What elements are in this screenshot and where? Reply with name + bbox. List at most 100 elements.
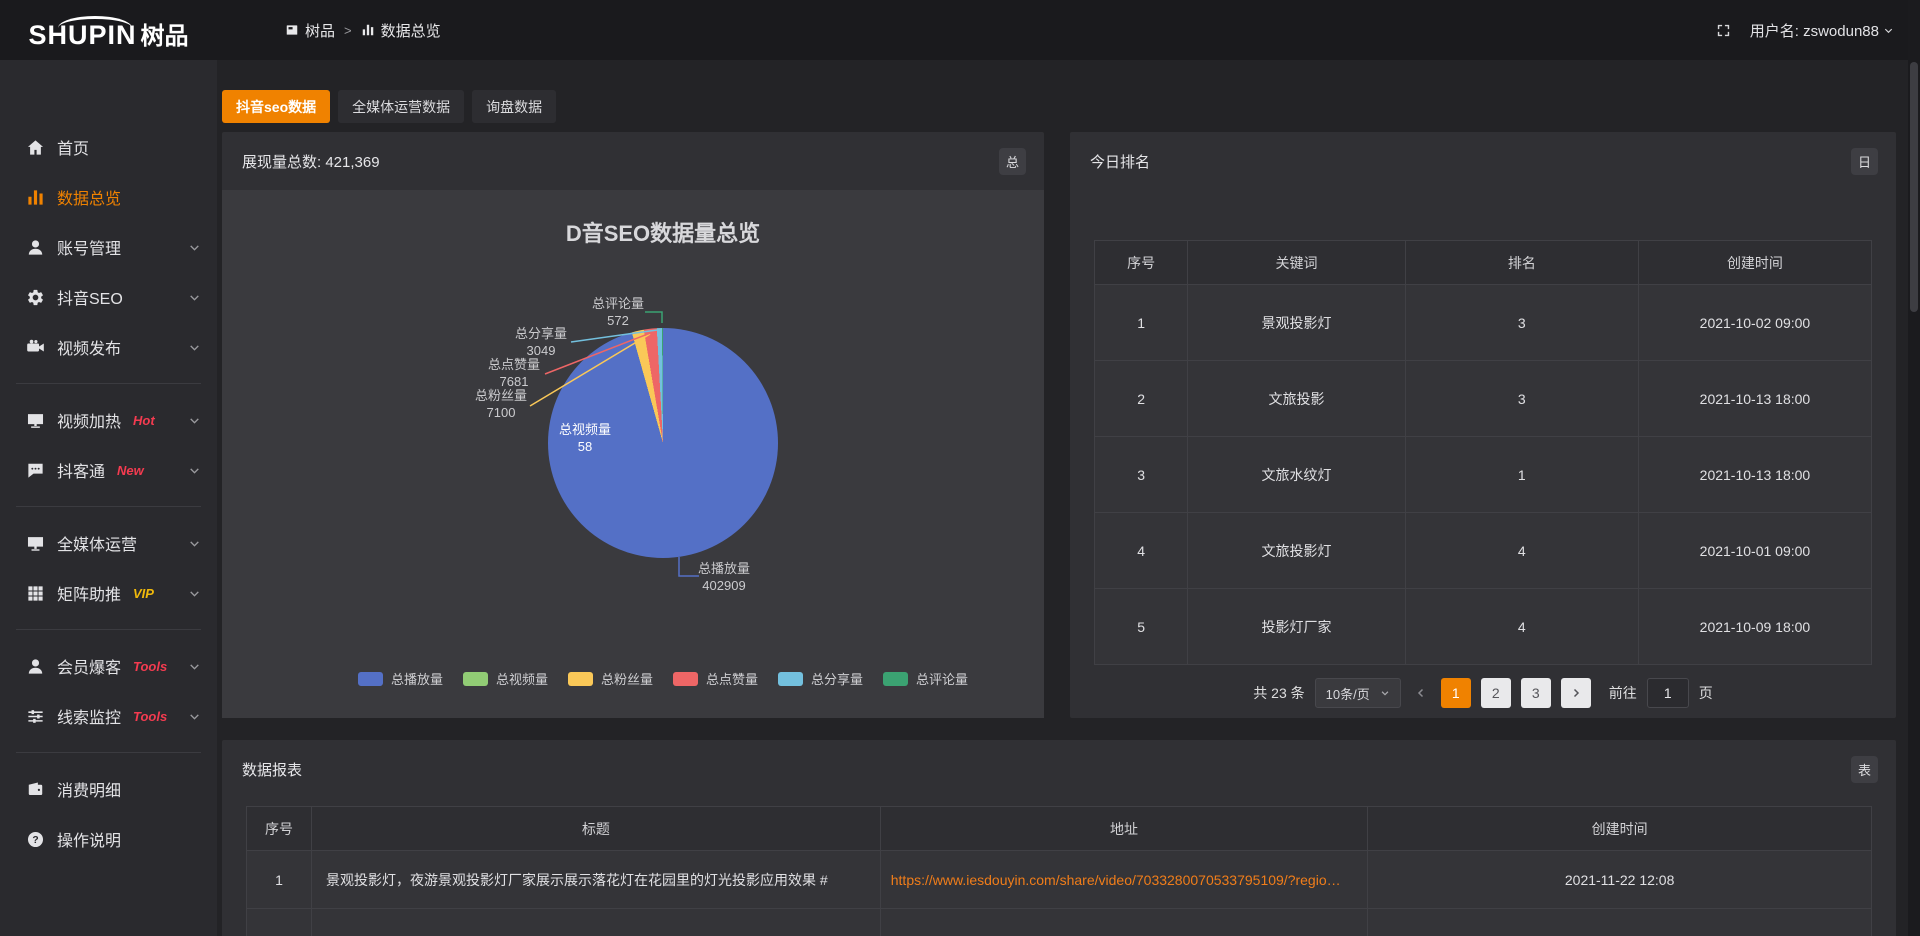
- sidebar-item-label: 首页: [57, 135, 89, 159]
- sidebar-item-home[interactable]: 首页: [0, 122, 217, 172]
- sidebar-item-badge: VIP: [133, 586, 154, 601]
- scrollbar[interactable]: [1908, 0, 1920, 936]
- table-row: 5投影灯厂家42021-10-09 18:00: [1095, 589, 1872, 665]
- prev-page-button[interactable]: [1411, 687, 1431, 699]
- chevron-down-icon: [188, 537, 201, 550]
- legend-item-1[interactable]: 总播放量: [358, 669, 443, 688]
- scrollbar-thumb[interactable]: [1910, 62, 1918, 312]
- pie-label-value: 7100: [453, 404, 549, 421]
- pagination-total: 共 23 条: [1253, 683, 1304, 703]
- legend-label: 总分享量: [811, 669, 863, 688]
- sidebar-item-operation-guide[interactable]: ?操作说明: [0, 814, 217, 864]
- fullscreen-icon[interactable]: [1715, 22, 1732, 39]
- sidebar-item-lead-monitor[interactable]: 线索监控Tools: [0, 691, 217, 741]
- legend-item-5[interactable]: 总分享量: [778, 669, 863, 688]
- sidebar-item-member-baoke[interactable]: 会员爆客Tools: [0, 641, 217, 691]
- tab-media-op-data[interactable]: 全媒体运营数据: [338, 90, 464, 123]
- goto-page-input[interactable]: [1647, 678, 1689, 708]
- sidebar-item-consume-detail[interactable]: 消费明细: [0, 764, 217, 814]
- table-cell: 2021-10-09 18:00: [1638, 589, 1871, 665]
- sidebar-item-video-heating[interactable]: 视频加热Hot: [0, 395, 217, 445]
- username-menu[interactable]: 用户名: zswodun88: [1750, 20, 1894, 41]
- page-size-select[interactable]: 10条/页: [1315, 678, 1401, 708]
- sidebar-item-label: 视频加热: [57, 408, 121, 432]
- page-button-3[interactable]: 3: [1521, 678, 1551, 708]
- ranking-corner-badge[interactable]: 日: [1851, 148, 1878, 175]
- overview-corner-badge[interactable]: 总: [999, 148, 1026, 175]
- table-cell: 2021-10-01 09:00: [1638, 513, 1871, 589]
- table-cell: 4: [1405, 589, 1638, 665]
- legend-item-4[interactable]: 总点赞量: [673, 669, 758, 688]
- main-content: 抖音seo数据全媒体运营数据询盘数据 展现量总数: 421,369 总 D音SE…: [217, 60, 1920, 936]
- table-cell: [312, 909, 881, 936]
- chevron-down-icon: [188, 464, 201, 477]
- legend-item-6[interactable]: 总评论量: [883, 669, 968, 688]
- sidebar-item-label: 账号管理: [57, 235, 121, 259]
- chevron-down-icon: [1883, 25, 1894, 36]
- data-tabs: 抖音seo数据全媒体运营数据询盘数据: [222, 90, 1896, 123]
- tab-douyin-seo-data[interactable]: 抖音seo数据: [222, 90, 330, 123]
- sidebar-item-label: 视频发布: [57, 335, 121, 359]
- pie-label-value: 402909: [676, 577, 772, 594]
- column-header: 创建时间: [1368, 807, 1872, 851]
- pagination: 共 23 条 10条/页 123 前往 页: [1070, 678, 1896, 708]
- sidebar-item-douketong[interactable]: 抖客通New: [0, 445, 217, 495]
- legend-swatch: [778, 672, 803, 686]
- breadcrumb-item-home[interactable]: 树品: [285, 20, 335, 41]
- ranking-panel-title: 今日排名: [1070, 132, 1896, 190]
- sidebar-item-label: 抖音SEO: [57, 285, 123, 309]
- legend-swatch: [883, 672, 908, 686]
- bar-chart-icon: [361, 23, 375, 37]
- sidebar-item-matrix-boost[interactable]: 矩阵助推 VIP: [0, 568, 217, 618]
- report-link[interactable]: https://www.iesdouyin.com/share/video/70…: [881, 872, 1368, 888]
- chevron-down-icon: [188, 660, 201, 673]
- table-cell: 2021-10-02 09:00: [1638, 285, 1871, 361]
- legend-item-3[interactable]: 总粉丝量: [568, 669, 653, 688]
- legend-swatch: [463, 672, 488, 686]
- goto-label: 前往: [1609, 683, 1637, 703]
- page-button-1[interactable]: 1: [1441, 678, 1471, 708]
- table-cell: 5: [1095, 589, 1188, 665]
- sidebar-item-data-overview[interactable]: 数据总览: [0, 172, 217, 222]
- page-button-2[interactable]: 2: [1481, 678, 1511, 708]
- report-panel: 数据报表 表 序号标题地址创建时间1景观投影灯，夜游景观投影灯厂家展示展示落花灯…: [222, 740, 1896, 936]
- sliders-icon: [26, 707, 45, 726]
- table-header-row: 序号标题地址创建时间: [247, 807, 1872, 851]
- pie-label-1: 总播放量402909: [676, 560, 772, 594]
- column-header: 关键词: [1188, 241, 1406, 285]
- table-cell: 4: [1095, 513, 1188, 589]
- breadcrumb-item-current[interactable]: 数据总览: [361, 20, 441, 41]
- table-cell: 1: [1405, 437, 1638, 513]
- legend-label: 总播放量: [391, 669, 443, 688]
- user-icon: [26, 238, 45, 257]
- ranking-table: 序号关键词排名创建时间1景观投影灯32021-10-02 09:002文旅投影3…: [1094, 240, 1872, 665]
- table-cell: 投影灯厂家: [1188, 589, 1406, 665]
- table-cell: 3: [1405, 285, 1638, 361]
- pie-label-name: 总播放量: [676, 560, 772, 577]
- legend-swatch: [568, 672, 593, 686]
- user-star-icon: [26, 657, 45, 676]
- next-page-button[interactable]: [1561, 678, 1591, 708]
- sidebar-item-douyin-seo[interactable]: 抖音SEO: [0, 272, 217, 322]
- legend-label: 总粉丝量: [601, 669, 653, 688]
- report-corner-badge[interactable]: 表: [1851, 756, 1878, 783]
- sidebar-item-label: 消费明细: [57, 777, 121, 801]
- breadcrumb-label: 数据总览: [381, 20, 441, 41]
- column-header: 排名: [1405, 241, 1638, 285]
- table-cell: 3: [1095, 437, 1188, 513]
- table-cell: 景观投影灯: [1188, 285, 1406, 361]
- grid-icon: [26, 584, 45, 603]
- sidebar-item-video-publish[interactable]: 视频发布: [0, 322, 217, 372]
- dashboard-icon: [285, 23, 299, 37]
- tab-inquiry-data[interactable]: 询盘数据: [472, 90, 556, 123]
- table-row: 3文旅水纹灯12021-10-13 18:00: [1095, 437, 1872, 513]
- logo-arc: [58, 16, 132, 28]
- table-cell: 文旅投影灯: [1188, 513, 1406, 589]
- sidebar-item-label: 矩阵助推: [57, 581, 121, 605]
- home-icon: [26, 138, 45, 157]
- chevron-down-icon: [188, 291, 201, 304]
- legend-item-2[interactable]: 总视频量: [463, 669, 548, 688]
- table-cell: [880, 909, 1368, 936]
- sidebar-item-media-operation[interactable]: 全媒体运营: [0, 518, 217, 568]
- sidebar-item-account-manage[interactable]: 账号管理: [0, 222, 217, 272]
